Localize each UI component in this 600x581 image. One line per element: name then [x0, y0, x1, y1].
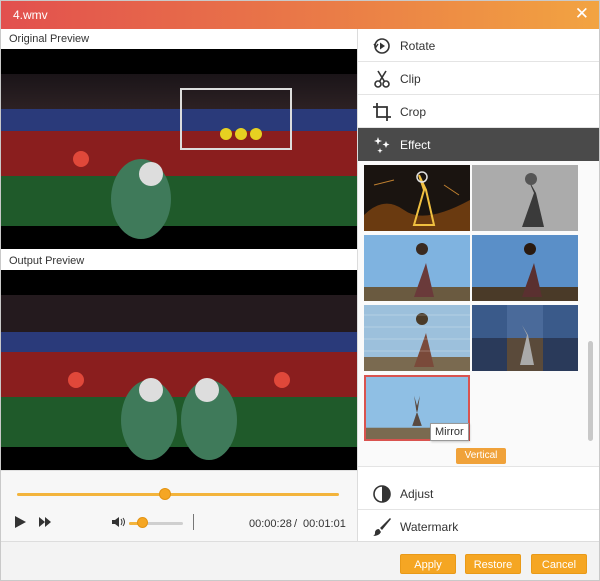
sparkle-icon — [372, 135, 392, 155]
menu-item-adjust[interactable]: Adjust — [358, 477, 599, 510]
menu-item-label: Clip — [400, 72, 421, 86]
menu-item-watermark[interactable]: Watermark — [358, 510, 599, 543]
menu-item-clip[interactable]: Clip — [358, 62, 599, 95]
edit-sidebar: Rotate Clip Crop Effect Mirror Vertical … — [357, 29, 599, 543]
original-preview-label: Original Preview — [9, 33, 90, 45]
time-separator: / — [294, 518, 298, 530]
progress-track[interactable] — [17, 493, 339, 496]
preview-pane: Original Preview Output Preview 00:00:28… — [1, 29, 357, 541]
volume-handle[interactable] — [137, 517, 148, 528]
scissors-icon — [372, 69, 392, 89]
fast-forward-icon[interactable] — [39, 517, 53, 529]
apply-button[interactable]: Apply — [400, 554, 456, 574]
effect-tooltip: Mirror — [430, 423, 469, 441]
crop-icon — [372, 102, 392, 122]
output-preview-label: Output Preview — [9, 255, 85, 267]
menu-item-label: Effect — [400, 138, 431, 152]
volume-icon[interactable] — [111, 516, 127, 528]
video-editor-window: 4.wmv ✕ Original Preview Output Preview … — [0, 0, 600, 581]
play-icon[interactable] — [15, 516, 26, 528]
contrast-icon — [372, 484, 392, 504]
effect-thumb-canvas[interactable] — [364, 305, 470, 371]
menu-item-label: Adjust — [400, 487, 434, 501]
effect-thumb-brighten[interactable] — [472, 235, 578, 301]
menu-item-crop[interactable]: Crop — [358, 95, 599, 128]
progress-handle[interactable] — [159, 488, 172, 500]
rotate-icon — [372, 36, 392, 56]
total-time: 00:01:01 — [303, 518, 346, 530]
cancel-button[interactable]: Cancel — [531, 554, 587, 574]
brush-icon — [372, 517, 392, 537]
window-title: 4.wmv — [13, 8, 48, 22]
effects-scrollbar[interactable] — [588, 341, 593, 441]
current-time: 00:00:28 — [249, 518, 292, 530]
menu-item-effect[interactable]: Effect — [358, 128, 599, 161]
effects-panel: Mirror Vertical — [358, 161, 599, 467]
effect-thumb-emboss[interactable] — [472, 165, 578, 231]
title-bar: 4.wmv ✕ — [1, 1, 599, 29]
close-icon[interactable]: ✕ — [575, 5, 589, 23]
menu-item-rotate[interactable]: Rotate — [358, 29, 599, 62]
output-preview-video — [1, 270, 357, 470]
menu-item-label: Watermark — [400, 520, 459, 534]
player-controls: 00:00:28 / 00:01:01 — [1, 470, 357, 541]
original-preview-video — [1, 49, 357, 249]
effect-thumb-tile[interactable] — [472, 305, 578, 371]
menu-item-label: Crop — [400, 105, 427, 119]
divider — [193, 514, 194, 530]
vertical-button[interactable]: Vertical — [456, 448, 506, 464]
effect-thumb-sharpen[interactable] — [364, 235, 470, 301]
bottom-action-bar: Apply Restore Cancel — [1, 541, 599, 580]
menu-item-label: Rotate — [400, 39, 436, 53]
effect-thumb-edge[interactable] — [364, 165, 470, 231]
restore-button[interactable]: Restore — [465, 554, 521, 574]
